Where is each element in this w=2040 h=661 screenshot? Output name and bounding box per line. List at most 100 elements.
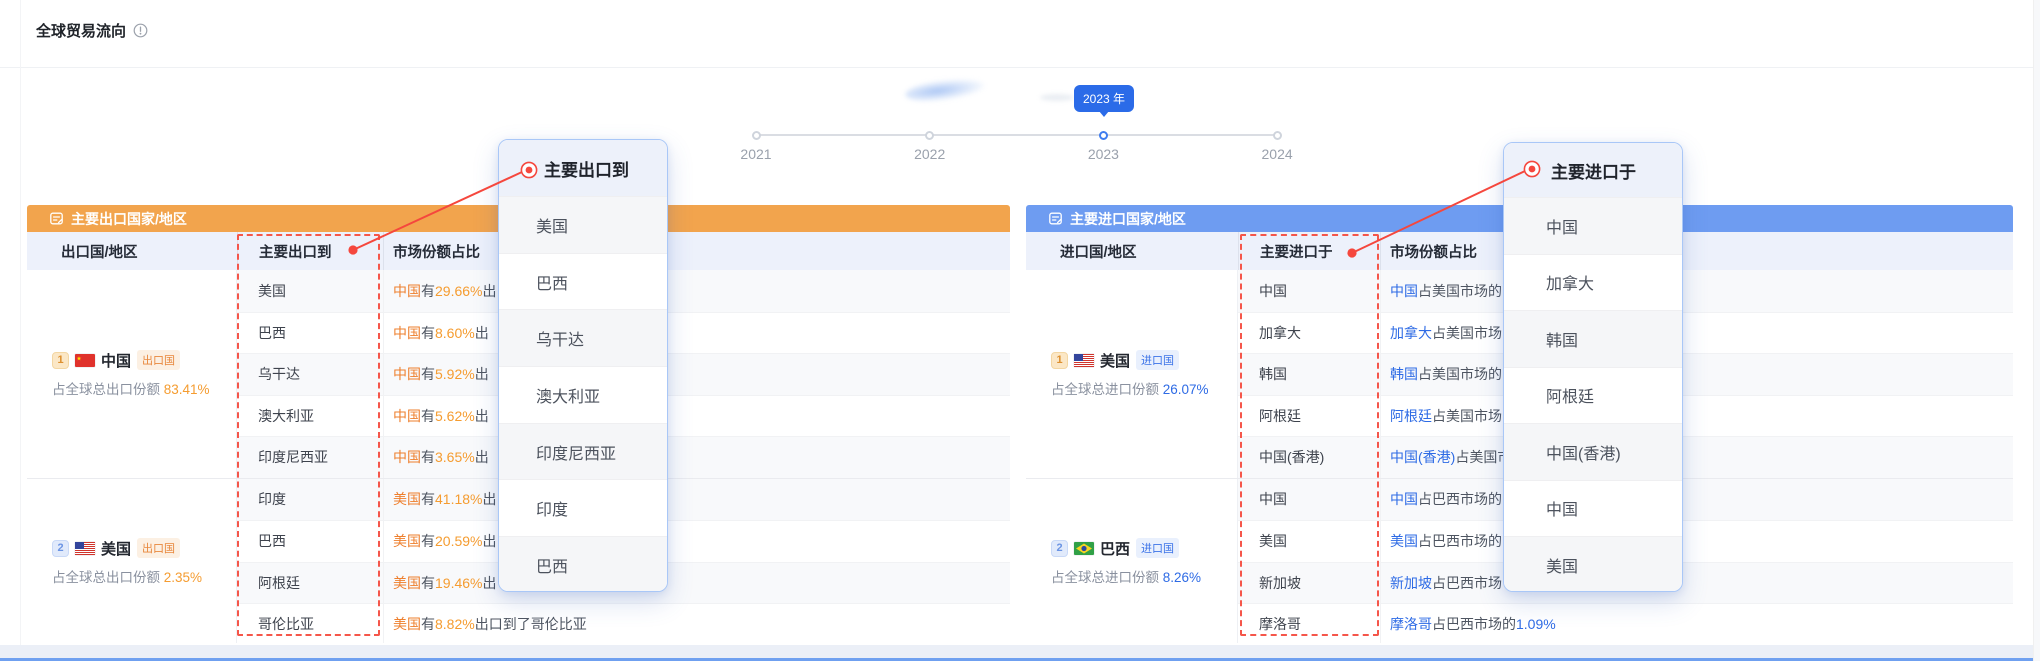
share-text-part[interactable]: 中国(香港): [1390, 447, 1455, 467]
popup-item[interactable]: 乌干达: [499, 309, 667, 366]
popup-title: 主要进口于: [1504, 143, 1682, 197]
share-text-part: 20.59%: [435, 533, 482, 549]
country-flag-icon: [1074, 354, 1094, 367]
slider-year-label: 2024: [1237, 146, 1317, 162]
column-header: 市场份额占比: [1380, 232, 2013, 270]
page-title-row: 全球贸易流向: [36, 20, 148, 41]
share-text-part[interactable]: 阿根廷: [1390, 406, 1432, 426]
partner-cell: 美国: [1238, 521, 1380, 562]
share-text-part[interactable]: 新加坡: [1390, 573, 1432, 593]
slider-year-label: 2021: [716, 146, 796, 162]
popup-item[interactable]: 中国(香港): [1504, 423, 1682, 480]
share-text-part: 占巴西市场: [1432, 573, 1502, 593]
table-title-icon: [49, 211, 64, 226]
country-flag-icon: [75, 354, 95, 367]
share-text-part: 5.62%: [435, 408, 475, 424]
popup-item[interactable]: 美国: [1504, 536, 1682, 592]
share-text-part[interactable]: 加拿大: [1390, 323, 1432, 343]
popup-item[interactable]: 美国: [499, 196, 667, 253]
popup-item[interactable]: 澳大利亚: [499, 366, 667, 423]
market-share-cell: 美国有 8.82% 出口到了哥伦比亚: [383, 604, 1010, 643]
share-text-part[interactable]: 韩国: [1390, 364, 1418, 384]
share-text-part: 有: [421, 447, 435, 467]
dropdown-popup: 主要出口到美国巴西乌干达澳大利亚印度尼西亚印度巴西: [498, 139, 668, 592]
share-text-part: 占美国市场的: [1418, 281, 1502, 301]
country-name: 巴西: [1100, 538, 1130, 559]
dropdown-column-header[interactable]: 主要出口到: [237, 232, 383, 270]
share-text-part: 有: [421, 406, 435, 426]
year-slider-track[interactable]: [753, 134, 1280, 136]
info-icon[interactable]: [133, 23, 148, 38]
popup-item[interactable]: 中国: [1504, 197, 1682, 254]
share-text-part[interactable]: 摩洛哥: [1390, 614, 1432, 634]
popup-item[interactable]: 印度: [499, 479, 667, 536]
share-text-part: 有: [421, 614, 435, 634]
group-share-percent: 2.35%: [164, 570, 202, 585]
share-text-part: 出: [482, 281, 496, 301]
slider-year-label: 2023: [1063, 146, 1143, 162]
share-text-part: 出: [482, 489, 496, 509]
market-share-cell: 中国占巴西市场的: [1380, 479, 2013, 521]
popup-item[interactable]: 巴西: [499, 536, 667, 592]
share-text-part: 占巴西市场的: [1432, 614, 1516, 634]
share-text-part[interactable]: 美国: [1390, 531, 1418, 551]
column-header: 进口国/地区: [1026, 232, 1238, 270]
share-text-part: 出: [475, 406, 489, 426]
share-text-part: 中国: [393, 323, 421, 343]
partner-cell: 中国: [1238, 270, 1380, 312]
share-text-part: 8.82%: [435, 616, 475, 632]
partner-cell: 乌干达: [237, 354, 383, 395]
slider-marker-2021[interactable]: [752, 131, 761, 140]
share-text-part: 美国: [393, 573, 421, 593]
share-text-part: 中国: [393, 406, 421, 426]
group-share-percent: 8.26%: [1163, 570, 1201, 585]
role-badge: 出口国: [137, 350, 180, 370]
slider-marker-2024[interactable]: [1273, 131, 1282, 140]
dropdown-column-header[interactable]: 主要进口于: [1238, 232, 1380, 270]
market-share-cell: 中国有 8.60% 出: [383, 313, 1010, 354]
share-text-part: 美国: [393, 531, 421, 551]
share-text-part: 3.65%: [435, 449, 475, 465]
partner-cell: 澳大利亚: [237, 396, 383, 437]
popup-item[interactable]: 印度尼西亚: [499, 423, 667, 480]
rank-badge: 2: [1051, 540, 1068, 557]
share-text-part: 有: [421, 489, 435, 509]
popup-item[interactable]: 巴西: [499, 253, 667, 310]
country-name: 中国: [101, 350, 131, 371]
share-text-part: 出: [475, 323, 489, 343]
share-text-part: 29.66%: [435, 283, 482, 299]
partner-cell: 加拿大: [1238, 313, 1380, 354]
share-text-part: 有: [421, 364, 435, 384]
popup-item[interactable]: 韩国: [1504, 310, 1682, 367]
tooltip-arrow-icon: [1099, 111, 1109, 117]
share-text-part: 41.18%: [435, 491, 482, 507]
share-text-part: 出: [475, 447, 489, 467]
partner-cell: 中国(香港): [1238, 437, 1380, 478]
share-text-part[interactable]: 中国: [1390, 489, 1418, 509]
share-text-part[interactable]: 中国: [1390, 281, 1418, 301]
map-artifact: [904, 75, 986, 105]
popup-item[interactable]: 加拿大: [1504, 254, 1682, 311]
popup-item[interactable]: 中国: [1504, 480, 1682, 537]
group-country-cell: 2 巴西 进口国 占全球总进口份额 8.26%: [1026, 479, 1238, 644]
group-country-cell: 2 美国 出口国 占全球总出口份额 2.35%: [27, 479, 237, 644]
table-title: 主要进口国家/地区: [1070, 209, 1186, 229]
partner-cell: 印度: [237, 479, 383, 521]
country-flag-icon: [75, 542, 95, 555]
map-artifact: [1040, 94, 1074, 101]
group-country-cell: 1 中国 出口国 占全球总出口份额 83.41%: [27, 270, 237, 478]
table-row: 摩洛哥 摩洛哥占巴西市场的 1.09%: [1238, 603, 2013, 643]
market-share-cell: 美国有 20.59% 出: [383, 521, 1010, 562]
header-divider: [0, 67, 2040, 68]
share-text-part: 19.46%: [435, 575, 482, 591]
market-share-cell: 中国有 5.62% 出: [383, 396, 1010, 437]
scrollbar-track[interactable]: [2033, 0, 2040, 661]
year-tooltip: 2023 年: [1074, 85, 1134, 112]
slider-year-label: 2022: [890, 146, 970, 162]
popup-item[interactable]: 阿根廷: [1504, 367, 1682, 424]
country-flag-icon: [1074, 542, 1094, 555]
slider-marker-2023[interactable]: [1099, 131, 1108, 140]
panel-left-edge: [20, 0, 21, 645]
slider-marker-2022[interactable]: [925, 131, 934, 140]
group-country-cell: 1 美国 进口国 占全球总进口份额 26.07%: [1026, 270, 1238, 478]
